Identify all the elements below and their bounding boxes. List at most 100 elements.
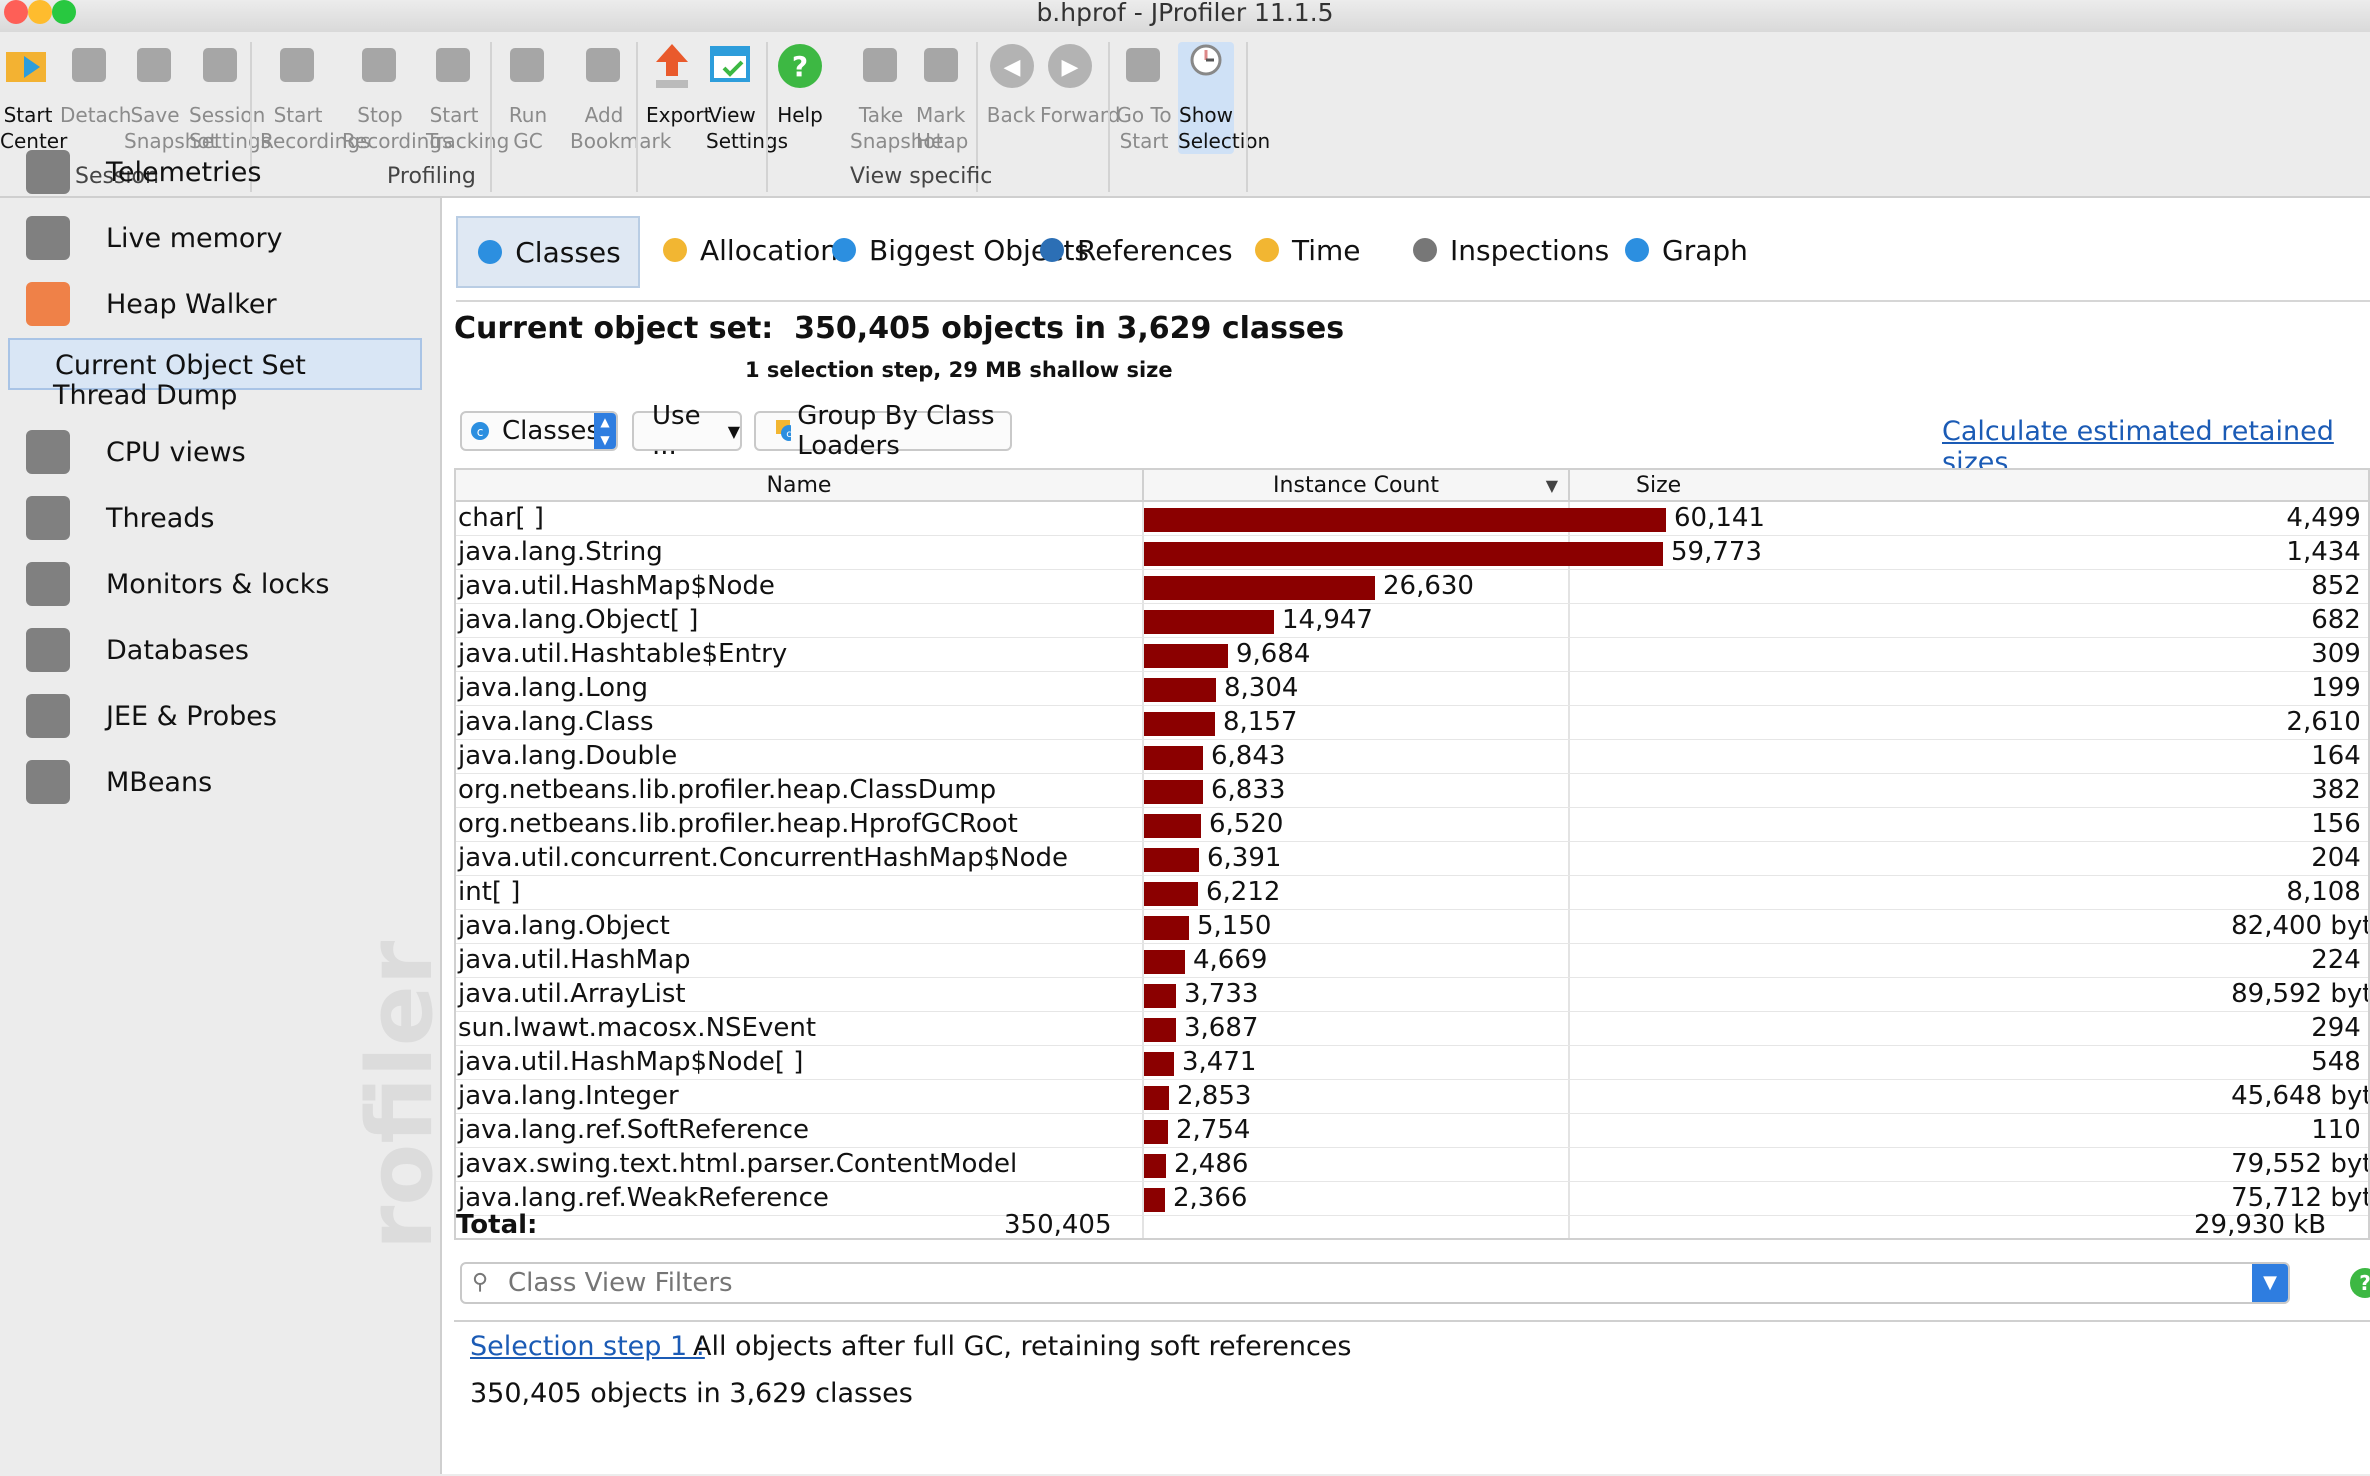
- tab-label: Classes: [515, 235, 621, 269]
- instance-count-bar: [1144, 882, 1198, 906]
- tab-label: References: [1077, 233, 1233, 267]
- svg-text:?: ?: [792, 50, 808, 83]
- use-dropdown-button[interactable]: Use ... ▼: [632, 401, 742, 461]
- table-row[interactable]: java.lang.Object[ ] 14,947 682 kB: [456, 604, 2368, 638]
- sidebar-item-jee-probes[interactable]: JEE & Probes: [20, 684, 277, 748]
- table-row[interactable]: java.lang.Long 8,304 199 kB: [456, 672, 2368, 706]
- table-row[interactable]: java.util.HashMap$Node[ ] 3,471 548 kB: [456, 1046, 2368, 1080]
- toolbar-button-label: Settings: [706, 129, 789, 153]
- run-gc-button[interactable]: Run GC: [500, 42, 556, 154]
- toolbar-button-label: Run GC: [508, 103, 548, 153]
- sidebar-item-cpu-views[interactable]: CPU views: [20, 420, 246, 484]
- detach-button[interactable]: Detach: [60, 42, 131, 128]
- instance-count-bar: [1144, 916, 1189, 940]
- show-selection-icon: [1180, 42, 1232, 94]
- table-row[interactable]: java.util.HashMap$Node 26,630 852 kB: [456, 570, 2368, 604]
- go-to-start-button[interactable]: Go To Start: [1116, 42, 1172, 154]
- table-row[interactable]: java.util.Hashtable$Entry 9,684 309 kB: [456, 638, 2368, 672]
- selection-step-link[interactable]: Selection step 1 :: [470, 1331, 705, 1362]
- table-row[interactable]: org.netbeans.lib.profiler.heap.ClassDump…: [456, 774, 2368, 808]
- view-select[interactable]: c Classes ▲ ▼: [460, 411, 618, 451]
- stop-recordings-button[interactable]: Stop Recordings: [342, 42, 452, 154]
- filter-history-dropdown[interactable]: ▼: [2252, 1264, 2288, 1302]
- class-name: java.lang.Object: [458, 911, 670, 941]
- instance-count-bar: [1144, 950, 1185, 974]
- instance-count: 2,754: [1176, 1115, 1251, 1145]
- show-selection-button[interactable]: Show Selection: [1178, 42, 1270, 154]
- table-row[interactable]: java.lang.Class 8,157 2,610 kB: [456, 706, 2368, 740]
- sidebar-item-label: Databases: [106, 634, 249, 666]
- toolbar-button-label: Heap: [916, 129, 969, 153]
- back-icon: ◀: [986, 42, 1038, 94]
- cpu-views-icon: [20, 422, 80, 482]
- help-button[interactable]: ? Help: [770, 42, 830, 128]
- threads-icon: [20, 488, 80, 548]
- start-center-button[interactable]: Start Center: [0, 42, 67, 154]
- instance-count: 8,157: [1223, 707, 1298, 737]
- start-tracking-button[interactable]: Start Tracking: [426, 42, 510, 154]
- class-name: java.util.ArrayList: [458, 979, 686, 1009]
- sidebar-item-heap-walker[interactable]: Heap Walker: [20, 272, 277, 336]
- toolbar-button-label: Tracking: [426, 129, 510, 153]
- column-header-size[interactable]: Size: [1570, 470, 2368, 502]
- table-row[interactable]: java.util.ArrayList 3,733 89,592 bytes: [456, 978, 2368, 1012]
- filter-input[interactable]: [506, 1266, 2210, 1300]
- view-settings-button[interactable]: View Settings: [706, 42, 789, 154]
- class-name: java.lang.Long: [458, 673, 649, 703]
- column-header-instance-count[interactable]: Instance Count ▼: [1144, 470, 1570, 502]
- table-row[interactable]: java.lang.Object 5,150 82,400 bytes: [456, 910, 2368, 944]
- add-bookmark-button[interactable]: Add Bookmark: [570, 42, 671, 154]
- toolbar-button-label: Stop: [357, 103, 403, 127]
- sidebar-item-threads[interactable]: Threads: [20, 486, 214, 550]
- session-settings-button[interactable]: Session Settings: [189, 42, 271, 154]
- class-name: char[ ]: [458, 503, 544, 533]
- instance-count-bar: [1144, 610, 1274, 634]
- table-row[interactable]: char[ ] 60,141 4,499 kB: [456, 502, 2368, 536]
- tab-classes[interactable]: Classes: [456, 216, 640, 288]
- table-row[interactable]: javax.swing.text.html.parser.ContentMode…: [456, 1148, 2368, 1182]
- tab-inspections[interactable]: Inspections: [1410, 216, 1609, 284]
- tab-references[interactable]: References: [1037, 216, 1233, 284]
- table-row[interactable]: int[ ] 6,212 8,108 kB: [456, 876, 2368, 910]
- tab-label: Graph: [1662, 233, 1748, 267]
- sidebar-item-label: Threads: [106, 502, 215, 534]
- sidebar-item-databases[interactable]: Databases: [20, 618, 249, 682]
- instance-count: 6,833: [1211, 775, 1286, 805]
- table-row[interactable]: java.lang.String 59,773 1,434 kB: [456, 536, 2368, 570]
- sidebar-item-thread-dump[interactable]: Thread Dump: [8, 370, 422, 422]
- class-view-filter-field[interactable]: ⚲ ▼: [460, 1262, 2290, 1304]
- table-row[interactable]: java.util.concurrent.ConcurrentHashMap$N…: [456, 842, 2368, 876]
- mark-heap-button[interactable]: Mark Heap: [916, 42, 969, 154]
- chevron-down-icon: ▼: [727, 421, 740, 441]
- references-icon: [1037, 235, 1067, 265]
- object-set-title-prefix: Current object set:: [454, 311, 774, 346]
- selection-step-count: 350,405 objects in 3,629 classes: [470, 1378, 913, 1409]
- toolbar-separator: [1246, 42, 1248, 192]
- table-row[interactable]: java.lang.Integer 2,853 45,648 bytes: [456, 1080, 2368, 1114]
- table-row[interactable]: java.util.HashMap 4,669 224 kB: [456, 944, 2368, 978]
- take-snapshot-button[interactable]: Take Snapshot: [850, 42, 944, 154]
- instance-count: 3,733: [1184, 979, 1259, 1009]
- sidebar-item-telemetries[interactable]: Telemetries: [20, 140, 261, 204]
- save-snapshot-button[interactable]: Save Snapshot: [124, 42, 218, 154]
- table-row[interactable]: org.netbeans.lib.profiler.heap.HprofGCRo…: [456, 808, 2368, 842]
- shallow-size: 294 kB: [2311, 1013, 2368, 1043]
- sidebar-item-live-memory[interactable]: Live memory: [20, 206, 283, 270]
- start-recordings-button[interactable]: Start Recordings: [260, 42, 370, 154]
- forward-button[interactable]: ▶ Forward: [1040, 42, 1120, 128]
- group-by-class-loaders-button[interactable]: c Group By Class Loaders: [754, 401, 1012, 461]
- table-row[interactable]: java.lang.Double 6,843 164 kB: [456, 740, 2368, 774]
- sidebar-item-monitors-locks[interactable]: Monitors & locks: [20, 552, 330, 616]
- tab-graph[interactable]: Graph: [1622, 216, 1748, 284]
- tab-allocations[interactable]: Allocations: [660, 216, 853, 284]
- tab-time[interactable]: Time: [1252, 216, 1361, 284]
- shallow-size: 548 kB: [2311, 1047, 2368, 1077]
- column-header-name[interactable]: Name: [456, 470, 1144, 502]
- sidebar-item-mbeans[interactable]: MBeans: [20, 750, 212, 814]
- help-icon[interactable]: ?: [2350, 1268, 2370, 1298]
- table-row[interactable]: sun.lwawt.macosx.NSEvent 3,687 294 kB: [456, 1012, 2368, 1046]
- export-button[interactable]: Export: [646, 42, 711, 128]
- back-button[interactable]: ◀ Back: [986, 42, 1036, 128]
- shallow-size: 382 kB: [2311, 775, 2368, 805]
- table-row[interactable]: java.lang.ref.SoftReference 2,754 110 kB: [456, 1114, 2368, 1148]
